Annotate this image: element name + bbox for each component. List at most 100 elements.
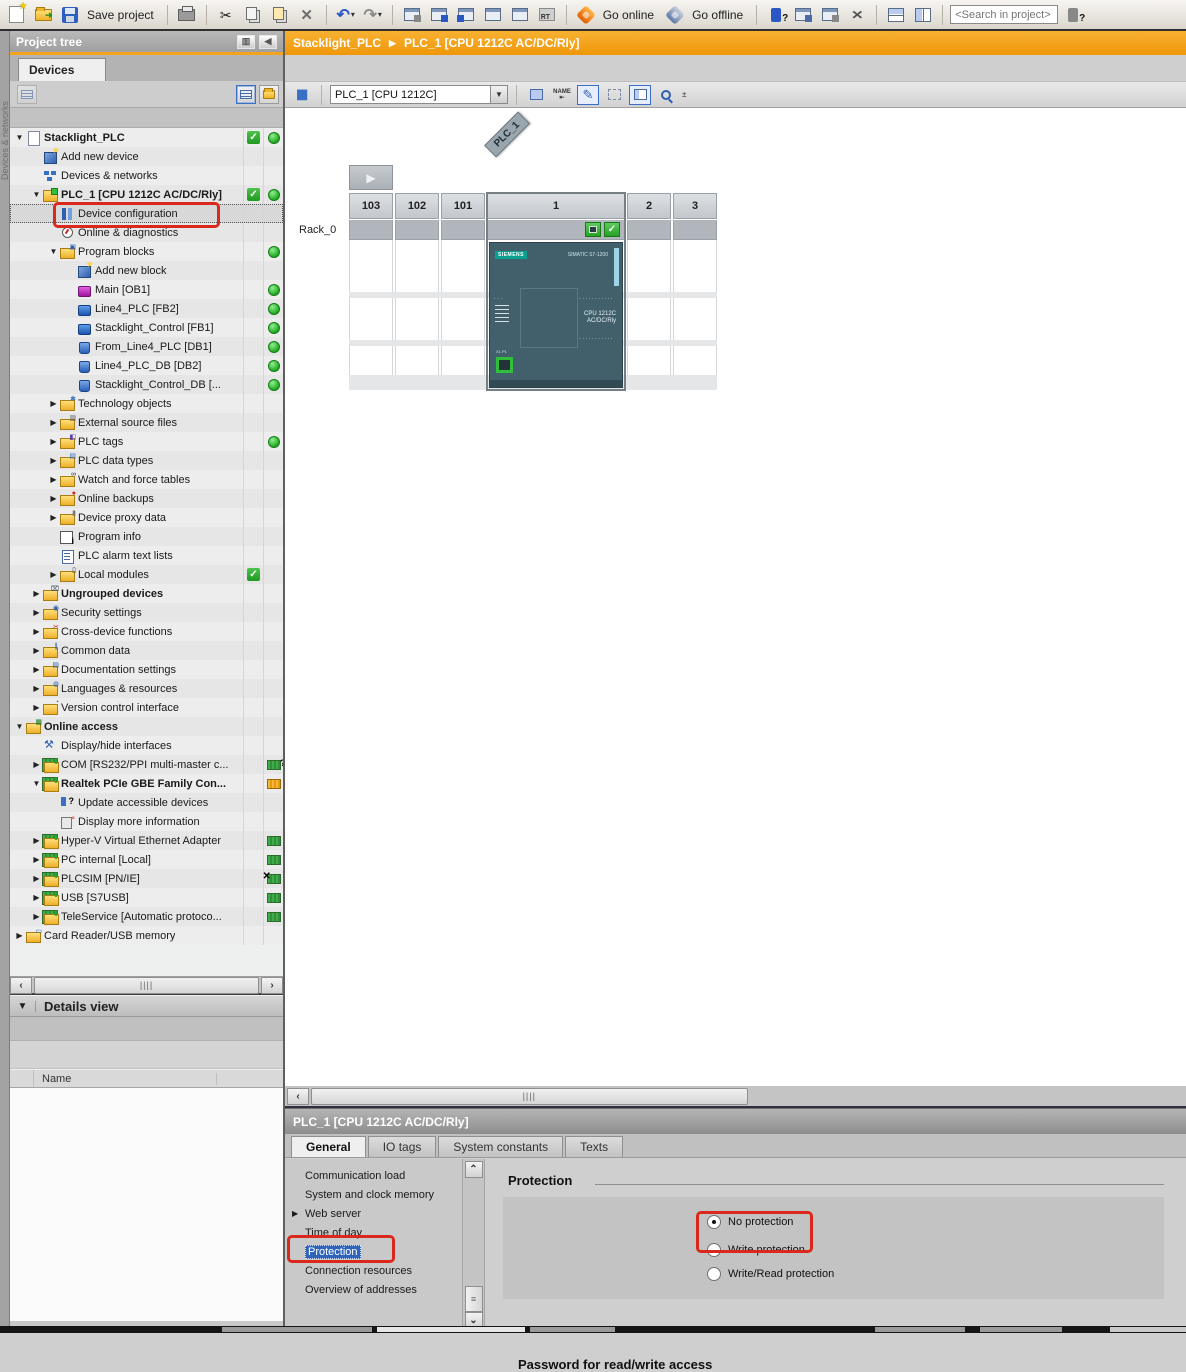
slot-subheader-103[interactable] — [349, 220, 393, 240]
dropdown-arrow-icon[interactable]: ▼ — [490, 86, 507, 103]
expand-icon[interactable]: ▶ — [31, 646, 42, 655]
chevron-down-icon[interactable]: ▼ — [10, 1001, 36, 1012]
menu-item-overview-of-addresses[interactable]: Overview of addresses — [285, 1280, 462, 1299]
details-toggle-icon[interactable] — [236, 85, 256, 104]
slot-subheader-102[interactable] — [395, 220, 439, 240]
collapse-icon[interactable]: ▼ — [31, 190, 42, 199]
tree-item-local-modules[interactable]: ▶Local modules✓ — [10, 565, 283, 584]
restore-window-button[interactable] — [791, 3, 815, 27]
grid-icon[interactable] — [603, 85, 625, 105]
tree-item-watch-and-force-tables[interactable]: ▶Watch and force tables — [10, 470, 283, 489]
go-online-label[interactable]: Go online — [603, 8, 654, 22]
expand-icon[interactable]: ▶ — [48, 475, 59, 484]
expand-icon[interactable]: ▶ — [48, 494, 59, 503]
tree-item-device-proxy-data[interactable]: ▶Device proxy data — [10, 508, 283, 527]
tree-item-teleservice-automatic-protoco[interactable]: ▶TeleService [Automatic protoco... — [10, 907, 283, 926]
tree-item-security-settings[interactable]: ▶Security settings — [10, 603, 283, 622]
expand-icon[interactable]: ▶ — [48, 513, 59, 522]
radio-row-write-read-protection[interactable]: Write/Read protection — [707, 1267, 834, 1281]
expand-icon[interactable]: ▶ — [31, 855, 42, 864]
open-project-button[interactable] — [31, 3, 55, 27]
scrollbar-thumb[interactable]: |||| — [34, 977, 259, 994]
properties-scrollbar[interactable]: ⌃ ≡ ⌄ — [463, 1159, 485, 1331]
expand-icon[interactable]: ▶ — [31, 912, 42, 921]
tree-item-online-backups[interactable]: ▶Online backups — [10, 489, 283, 508]
tree-item-online-diagnostics[interactable]: Online & diagnostics — [10, 223, 283, 242]
menu-item-web-server[interactable]: ▶Web server — [285, 1204, 462, 1223]
diagnostics-button[interactable] — [764, 3, 788, 27]
details-view-header[interactable]: ▼ Details view — [10, 995, 283, 1017]
save-project-button[interactable] — [58, 3, 82, 27]
tree-item-stacklight-control-db[interactable]: Stacklight_Control_DB [... — [10, 375, 283, 394]
radio-write-read-protection[interactable] — [707, 1267, 721, 1281]
expand-icon[interactable]: ▶ — [31, 627, 42, 636]
slot-body-101[interactable] — [441, 240, 485, 390]
tree-item-program-blocks[interactable]: ▼Program blocks — [10, 242, 283, 261]
slot-header-1[interactable]: 1 — [487, 193, 625, 219]
go-online-button[interactable] — [574, 3, 598, 27]
tree-item-add-new-device[interactable]: Add new device — [10, 147, 283, 166]
print-button[interactable] — [175, 3, 199, 27]
download-button[interactable] — [427, 3, 451, 27]
radio-row-no-protection[interactable]: No protection — [707, 1215, 793, 1229]
device-overview-icon[interactable] — [525, 85, 547, 105]
tree-item-plc-tags[interactable]: ▶PLC tags — [10, 432, 283, 451]
expand-icon[interactable]: ▶ — [48, 456, 59, 465]
expand-icon[interactable]: ▶ — [31, 589, 42, 598]
tree-item-version-control-interface[interactable]: ▶Version control interface — [10, 698, 283, 717]
scrollbar-thumb[interactable]: |||| — [311, 1088, 748, 1105]
collapse-icon[interactable]: ▼ — [48, 247, 59, 256]
menu-item-time-of-day[interactable]: Time of day — [285, 1223, 462, 1242]
slot-header-103[interactable]: 103 — [349, 193, 393, 219]
tree-item-online-access[interactable]: ▼Online access — [10, 717, 283, 736]
split-editor-icon[interactable] — [629, 85, 651, 105]
tree-item-usb-s7usb[interactable]: ▶USB [S7USB] — [10, 888, 283, 907]
tree-item-devices-networks[interactable]: Devices & networks — [10, 166, 283, 185]
tree-item-external-source-files[interactable]: ▶External source files — [10, 413, 283, 432]
tree-item-documentation-settings[interactable]: ▶Documentation settings — [10, 660, 283, 679]
tree-item-plc-alarm-text-lists[interactable]: PLC alarm text lists — [10, 546, 283, 565]
radio-write-protection[interactable] — [707, 1243, 721, 1257]
slot-body-103[interactable] — [349, 240, 393, 390]
edge-tab-strip[interactable]: Devices & networks — [0, 31, 10, 1327]
slot-body-2[interactable] — [627, 240, 671, 390]
expand-icon[interactable]: ▶ — [48, 418, 59, 427]
tree-item-stacklight-control-fb1[interactable]: Stacklight_Control [FB1] — [10, 318, 283, 337]
device-selector-value[interactable] — [331, 89, 490, 101]
tree-item-plcsim-pn-ie[interactable]: ▶PLCSIM [PN/IE] — [10, 869, 283, 888]
slot-subheader-2[interactable] — [627, 220, 671, 240]
zoom-dropdown[interactable]: ± — [682, 90, 686, 99]
expand-icon[interactable]: ▶ — [31, 760, 42, 769]
edit-mode-icon[interactable] — [577, 85, 599, 105]
tree-item-com-rs232-ppi-multi-master-c[interactable]: ▶COM [RS232/PPI multi-master c... — [10, 755, 283, 774]
tree-item-realtek-pcie-gbe-family-con[interactable]: ▼Realtek PCIe GBE Family Con... — [10, 774, 283, 793]
rack-expand-button[interactable]: ▶ — [349, 165, 393, 190]
device-view-canvas[interactable]: PLC_1 ▶ Rack_0 103102101123 SIEMENS SIMA… — [285, 108, 1186, 1086]
tree-item-add-new-block[interactable]: Add new block — [10, 261, 283, 280]
device-selector[interactable]: ▼ — [330, 85, 508, 104]
expand-icon[interactable]: ▶ — [31, 893, 42, 902]
columns-icon[interactable]: ▥ — [237, 35, 255, 49]
redo-dropdown[interactable]: ▾ — [378, 10, 382, 19]
collapse-icon[interactable]: ▼ — [14, 133, 25, 142]
tree-item-languages-resources[interactable]: ▶Languages & resources — [10, 679, 283, 698]
slot-header-2[interactable]: 2 — [627, 193, 671, 219]
slot-header-3[interactable]: 3 — [673, 193, 717, 219]
expand-icon[interactable]: ▶ — [31, 684, 42, 693]
menu-item-communication-load[interactable]: Communication load — [285, 1166, 462, 1185]
download-hw-button[interactable] — [454, 3, 478, 27]
copy-button[interactable] — [241, 3, 265, 27]
tab-texts[interactable]: Texts — [565, 1136, 623, 1157]
expand-icon[interactable]: ▶ — [31, 836, 42, 845]
scroll-left-icon[interactable]: ‹ — [287, 1088, 309, 1105]
compile-button[interactable] — [400, 3, 424, 27]
redo-button[interactable]: ↷▾ — [361, 3, 385, 27]
canvas-horizontal-scrollbar[interactable]: ‹ |||| — [285, 1086, 1186, 1108]
sort-icon[interactable] — [259, 85, 279, 104]
go-offline-label[interactable]: Go offline — [692, 8, 743, 22]
tree-item-card-reader-usb-memory[interactable]: ▶Card Reader/USB memory — [10, 926, 283, 945]
tree-item-main-ob1[interactable]: Main [OB1] — [10, 280, 283, 299]
split-vertical-button[interactable] — [911, 3, 935, 27]
new-object-icon[interactable] — [17, 85, 37, 104]
tree-item-display-more-information[interactable]: Display more information — [10, 812, 283, 831]
